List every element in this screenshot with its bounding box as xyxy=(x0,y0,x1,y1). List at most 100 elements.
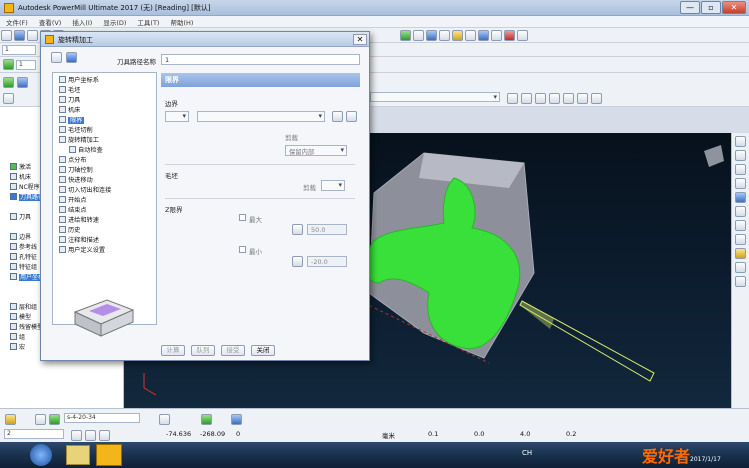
tree-item-stock-models[interactable]: 残留模型 xyxy=(10,322,43,331)
view-icon-6[interactable] xyxy=(577,93,588,104)
boundary-icon[interactable] xyxy=(439,30,451,41)
dialog-tree-item[interactable]: 用户坐标系 xyxy=(59,75,99,84)
boundary-type-select[interactable] xyxy=(165,111,189,122)
boundary-select[interactable] xyxy=(197,111,325,122)
magnet-icon[interactable] xyxy=(5,414,16,425)
stock-clip-select[interactable] xyxy=(321,180,345,191)
dialog-tree-item[interactable]: 开始点 xyxy=(59,195,87,204)
view-icon-1[interactable] xyxy=(507,93,518,104)
path-name-input[interactable]: 1 xyxy=(161,54,360,65)
tree-item-nc-programs[interactable]: NC程序 xyxy=(10,182,40,191)
boundary-pick-icon[interactable] xyxy=(346,111,357,122)
min-pick-icon[interactable] xyxy=(292,256,303,267)
accept-button[interactable]: 接受 xyxy=(221,345,245,356)
dialog-tree-item[interactable]: 机床 xyxy=(59,105,80,114)
dialog-tree-item[interactable]: 点分布 xyxy=(59,155,87,164)
menu-insert[interactable]: 插入(I) xyxy=(66,16,97,27)
shade-icon[interactable] xyxy=(3,93,14,104)
max-checkbox[interactable] xyxy=(239,214,246,221)
level-select[interactable]: 1 xyxy=(16,60,36,70)
dialog-close-button[interactable]: ✕ xyxy=(353,34,367,45)
dialog-tree-item[interactable]: 旋转精加工 xyxy=(59,135,99,144)
pattern-icon[interactable] xyxy=(452,30,464,41)
view-icon-3[interactable] xyxy=(535,93,546,104)
measure-icon[interactable] xyxy=(735,276,746,287)
view-icon-5[interactable] xyxy=(563,93,574,104)
dialog-tree-item[interactable]: 自动检查 xyxy=(69,145,103,154)
tree-item-machine[interactable]: 机床 xyxy=(10,172,31,181)
explorer-taskbar-icon[interactable] xyxy=(66,445,90,465)
tree-item-active[interactable]: 激活 xyxy=(10,162,31,171)
tree-item-groups[interactable]: 组 xyxy=(10,332,25,341)
coord-icon-1[interactable] xyxy=(71,430,82,441)
minimize-button[interactable]: — xyxy=(680,1,700,14)
zoom-icon[interactable] xyxy=(735,192,746,203)
maximize-button[interactable]: ▫ xyxy=(701,1,721,14)
active-tool-select[interactable]: s-4-20-34 xyxy=(64,413,140,423)
model-icon[interactable] xyxy=(3,77,14,88)
view-icon-4[interactable] xyxy=(549,93,560,104)
menu-help[interactable]: 帮助(H) xyxy=(164,16,198,27)
display-select[interactable] xyxy=(370,92,500,102)
tree-item-feature-groups[interactable]: 特征组 xyxy=(10,262,37,271)
menu-view[interactable]: 查看(V) xyxy=(33,16,67,27)
dialog-tree-item[interactable]: 毛坯 xyxy=(59,85,80,94)
pan-icon[interactable] xyxy=(735,234,746,245)
leadin-icon[interactable] xyxy=(465,30,477,41)
dialog-tree-item[interactable]: 刀具 xyxy=(59,95,80,104)
tool-icon[interactable] xyxy=(413,30,425,41)
menu-display[interactable]: 显示(D) xyxy=(97,16,131,27)
new-icon[interactable] xyxy=(1,30,12,41)
tree-item-boundaries[interactable]: 边界 xyxy=(10,232,31,241)
menu-tools[interactable]: 工具(T) xyxy=(131,16,164,27)
tree-item-levels[interactable]: 层和组 xyxy=(10,302,37,311)
calculate-button[interactable]: 计算 xyxy=(161,345,185,356)
dialog-tree-item[interactable]: 用户定义设置 xyxy=(59,245,105,254)
tool-list-icon[interactable] xyxy=(35,414,46,425)
open-icon[interactable] xyxy=(27,30,38,41)
save-icon[interactable] xyxy=(14,30,25,41)
shaded-icon[interactable] xyxy=(735,248,746,259)
dialog-tree-item[interactable]: 切入切出和连接 xyxy=(59,185,111,194)
max-pick-icon[interactable] xyxy=(292,224,303,235)
report-icon[interactable] xyxy=(517,30,529,41)
tree-item-macros[interactable]: 宏 xyxy=(10,342,25,351)
wireframe-icon[interactable] xyxy=(735,262,746,273)
tree-item-tools[interactable]: 刀具 xyxy=(10,212,31,221)
view-right-icon[interactable] xyxy=(735,178,746,189)
min-input[interactable]: -20.0 xyxy=(307,256,347,267)
stock-icon[interactable] xyxy=(400,30,412,41)
dialog-tree-item[interactable]: 快进移动 xyxy=(59,175,93,184)
boundary-edit-icon[interactable] xyxy=(332,111,343,122)
close-window-button[interactable]: ✕ xyxy=(722,1,746,14)
start-button[interactable] xyxy=(30,444,52,466)
max-input[interactable]: 50.0 xyxy=(307,224,347,235)
fit-icon[interactable] xyxy=(735,206,746,217)
view-iso-icon[interactable] xyxy=(735,136,746,147)
dialog-tree-item[interactable]: 进给和转速 xyxy=(59,215,99,224)
tree-item-holes[interactable]: 孔特征 xyxy=(10,252,37,261)
view-icon-2[interactable] xyxy=(521,93,532,104)
pattern-tool-icon[interactable] xyxy=(231,414,242,425)
nc-output-icon[interactable] xyxy=(504,30,516,41)
powermill-taskbar-icon[interactable] xyxy=(96,444,122,466)
close-button[interactable]: 关闭 xyxy=(251,345,275,356)
library-icon[interactable] xyxy=(66,52,77,63)
tree-item-patterns[interactable]: 参考线 xyxy=(10,242,37,251)
coord-icon-2[interactable] xyxy=(85,430,96,441)
rotate-icon[interactable] xyxy=(735,220,746,231)
settings-gear-icon[interactable] xyxy=(51,52,62,63)
view-front-icon[interactable] xyxy=(735,164,746,175)
tree-item-models[interactable]: 模型 xyxy=(10,312,31,321)
menu-file[interactable]: 文件(F) xyxy=(0,16,33,27)
dialog-tree-item[interactable]: 刀轴控制 xyxy=(59,165,93,174)
cube-icon[interactable] xyxy=(17,77,28,88)
dialog-tree-item[interactable]: 毛坯切削 xyxy=(59,125,93,134)
boundary-tool-icon[interactable] xyxy=(201,414,212,425)
toolpath-icon[interactable] xyxy=(426,30,438,41)
ime-indicator[interactable]: CH xyxy=(522,449,532,457)
dialog-tree-item[interactable]: 历史 xyxy=(59,225,80,234)
dialog-tree-item[interactable]: 注释和描述 xyxy=(59,235,99,244)
coord-icon-3[interactable] xyxy=(99,430,110,441)
activate-icon[interactable] xyxy=(3,59,14,70)
